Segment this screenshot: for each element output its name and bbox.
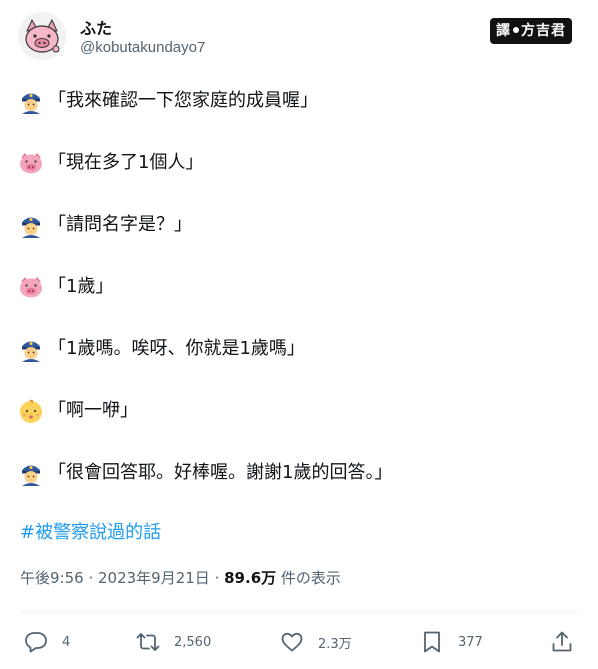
pig-face-icon xyxy=(20,277,42,298)
police-officer-icon xyxy=(22,217,40,238)
tweet-line: 「1歲」 xyxy=(18,272,113,302)
stamp-left-text: 譯 xyxy=(496,23,511,39)
like-button[interactable]: 2.3万 xyxy=(280,628,352,656)
reply-count: 4 xyxy=(62,634,71,650)
tweet-line: 「啊一咿」 xyxy=(18,396,138,426)
baby-face-icon xyxy=(20,399,42,423)
stamp-dot-icon xyxy=(513,27,519,33)
stamp-right-text: 方吉君 xyxy=(521,23,566,39)
pig-face-icon xyxy=(20,153,42,174)
tweet-line: 「現在多了1個人」 xyxy=(18,148,203,178)
reply-icon xyxy=(25,632,47,653)
retweet-icon xyxy=(136,633,160,651)
user-handle[interactable]: @kobutakundayo7 xyxy=(80,39,205,56)
tweet-line: 「很會回答耶。好棒喔。謝謝1歲的回答。」 xyxy=(18,458,392,488)
pig-avatar-icon xyxy=(18,12,66,60)
meta-separator: · xyxy=(209,569,225,587)
tweet-meta: 午後9:56 · 2023年9月21日 · 89.6万 件の表示 xyxy=(20,567,341,588)
tweet-line-text: 「請問名字是？」 xyxy=(48,214,192,235)
avatar[interactable] xyxy=(18,12,66,60)
police-officer-icon xyxy=(22,93,40,114)
tweet-line-text: 「1歲」 xyxy=(48,276,114,297)
hashtag-link[interactable]: #被警察說過的話 xyxy=(20,518,161,544)
tweet-line-text: 「我來確認一下您家庭的成員喔」 xyxy=(48,90,318,111)
tweet-time[interactable]: 午後9:56 xyxy=(20,569,84,587)
divider xyxy=(20,612,578,613)
tweet-line-text: 「現在多了1個人」 xyxy=(48,152,204,173)
tweet-line-text: 「很會回答耶。好棒喔。謝謝1歲的回答。」 xyxy=(48,462,393,483)
bookmark-count: 377 xyxy=(458,634,483,650)
tweet-line: 「我來確認一下您家庭的成員喔」 xyxy=(18,86,318,116)
heart-icon xyxy=(281,632,303,652)
police-officer-icon xyxy=(22,465,40,486)
like-count: 2.3万 xyxy=(318,636,352,652)
tweet-line: 「請問名字是？」 xyxy=(18,210,192,240)
views-count: 89.6万 xyxy=(224,569,277,587)
tweet-line-text: 「啊一咿」 xyxy=(48,400,138,421)
retweet-button[interactable]: 2,560 xyxy=(136,628,211,656)
bookmark-button[interactable]: 377 xyxy=(420,628,483,656)
share-icon xyxy=(552,631,572,652)
share-button[interactable] xyxy=(550,628,588,656)
action-bar: 4 2,560 2.3万 377 xyxy=(0,622,598,662)
police-officer-icon xyxy=(22,341,40,362)
views-label: 件の表示 xyxy=(280,569,341,587)
tweet-line-text: 「1歲嗎。唉呀、你就是1歲嗎」 xyxy=(48,338,305,359)
display-name[interactable]: ふた xyxy=(80,15,112,39)
tweet-date[interactable]: 2023年9月21日 xyxy=(98,569,210,587)
tweet-line: 「1歲嗎。唉呀、你就是1歲嗎」 xyxy=(18,334,305,364)
bookmark-icon xyxy=(424,631,440,653)
retweet-count: 2,560 xyxy=(174,634,212,650)
translator-stamp: 譯方吉君 xyxy=(490,18,572,44)
reply-button[interactable]: 4 xyxy=(24,628,70,656)
meta-separator: · xyxy=(83,569,98,587)
tweet-header: ふた @kobutakundayo7 譯方吉君 xyxy=(18,12,580,64)
